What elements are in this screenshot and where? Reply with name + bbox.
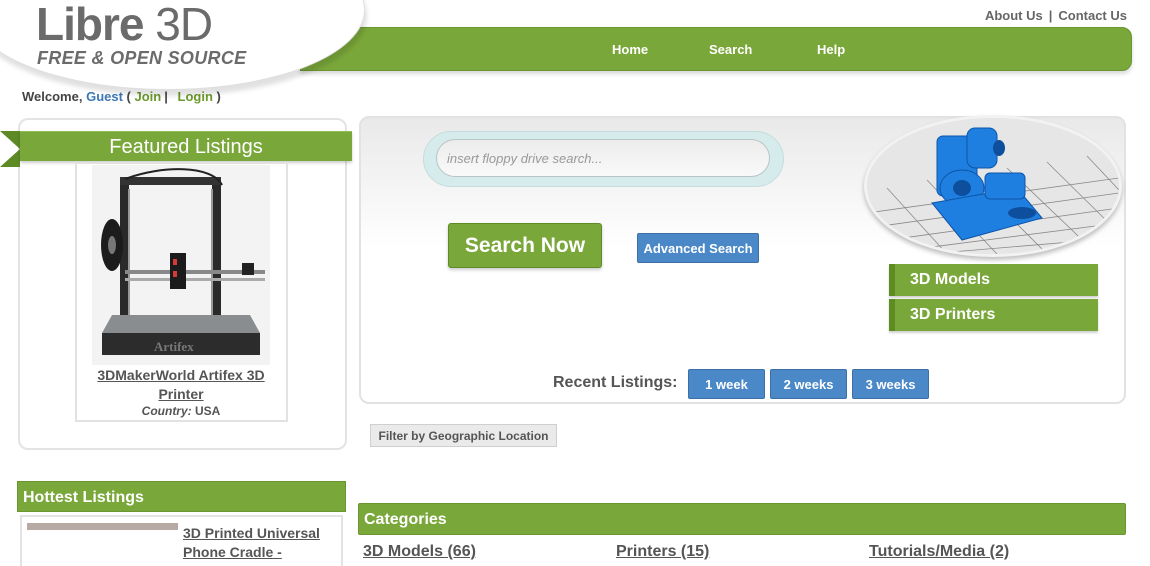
logo-word-3d: 3D <box>155 0 213 50</box>
featured-listing-country: Country: USA <box>82 404 280 418</box>
welcome-sep: | <box>164 89 168 104</box>
logo-tagline: FREE & OPEN SOURCE <box>37 48 247 68</box>
welcome-message: Welcome, Guest ( Join | Login ) <box>22 89 221 104</box>
category-3d-models-link[interactable]: 3D Models (66) <box>363 543 476 561</box>
nav-search-link[interactable]: Search <box>709 42 752 57</box>
guest-username: Guest <box>86 89 123 104</box>
main-navbar: Home Search Help <box>300 27 1132 71</box>
categories-heading: Categories <box>358 503 1126 535</box>
hottest-listing-thumbnail[interactable] <box>27 523 178 566</box>
search-now-button[interactable]: Search Now <box>448 223 602 268</box>
top-links: About Us | Contact Us <box>985 8 1127 23</box>
3d-model-showcase-image <box>864 115 1122 257</box>
recent-3-weeks-button[interactable]: 3 weeks <box>852 369 929 399</box>
country-value: USA <box>195 404 221 418</box>
country-label: Country: <box>141 404 192 418</box>
join-link[interactable]: Join <box>135 89 162 104</box>
hottest-listings-heading: Hottest Listings <box>17 481 346 512</box>
logo-word-libre: Libre <box>36 0 144 50</box>
printer-brand-text: Artifex <box>154 339 194 354</box>
featured-listings-heading: Featured Listings <box>20 131 352 161</box>
category-printers-link[interactable]: Printers (15) <box>616 543 709 561</box>
welcome-paren-close: ) <box>216 89 221 104</box>
3d-models-button[interactable]: 3D Models <box>889 264 1098 296</box>
advanced-search-button[interactable]: Advanced Search <box>637 233 759 263</box>
site-logo[interactable]: Libre 3D <box>36 0 213 50</box>
search-input[interactable] <box>436 139 770 177</box>
nav-home-link[interactable]: Home <box>612 42 648 57</box>
geographic-filter-button[interactable]: Filter by Geographic Location <box>370 424 557 447</box>
featured-listing-title[interactable]: 3DMakerWorld Artifex 3D Printer <box>82 366 280 404</box>
recent-2-weeks-button[interactable]: 2 weeks <box>770 369 847 399</box>
nav-help-link[interactable]: Help <box>817 42 845 57</box>
3d-printers-button[interactable]: 3D Printers <box>889 299 1098 331</box>
recent-listings-label: Recent Listings: <box>553 374 678 391</box>
category-tutorials-media-link[interactable]: Tutorials/Media (2) <box>869 543 1009 561</box>
welcome-paren-open: ( <box>126 89 131 104</box>
3d-model-illustration <box>867 118 1119 254</box>
welcome-prefix: Welcome, <box>22 89 83 104</box>
hottest-listing-title[interactable]: 3D Printed Universal Phone Cradle - <box>183 524 338 562</box>
featured-printer-image[interactable]: Artifex <box>92 165 270 365</box>
recent-1-week-button[interactable]: 1 week <box>688 369 765 399</box>
printer-illustration: Artifex <box>92 165 270 365</box>
about-us-link[interactable]: About Us <box>985 8 1043 23</box>
ribbon-tail <box>0 131 20 167</box>
login-link[interactable]: Login <box>178 89 213 104</box>
contact-us-link[interactable]: Contact Us <box>1058 8 1127 23</box>
top-links-separator: | <box>1048 8 1053 23</box>
